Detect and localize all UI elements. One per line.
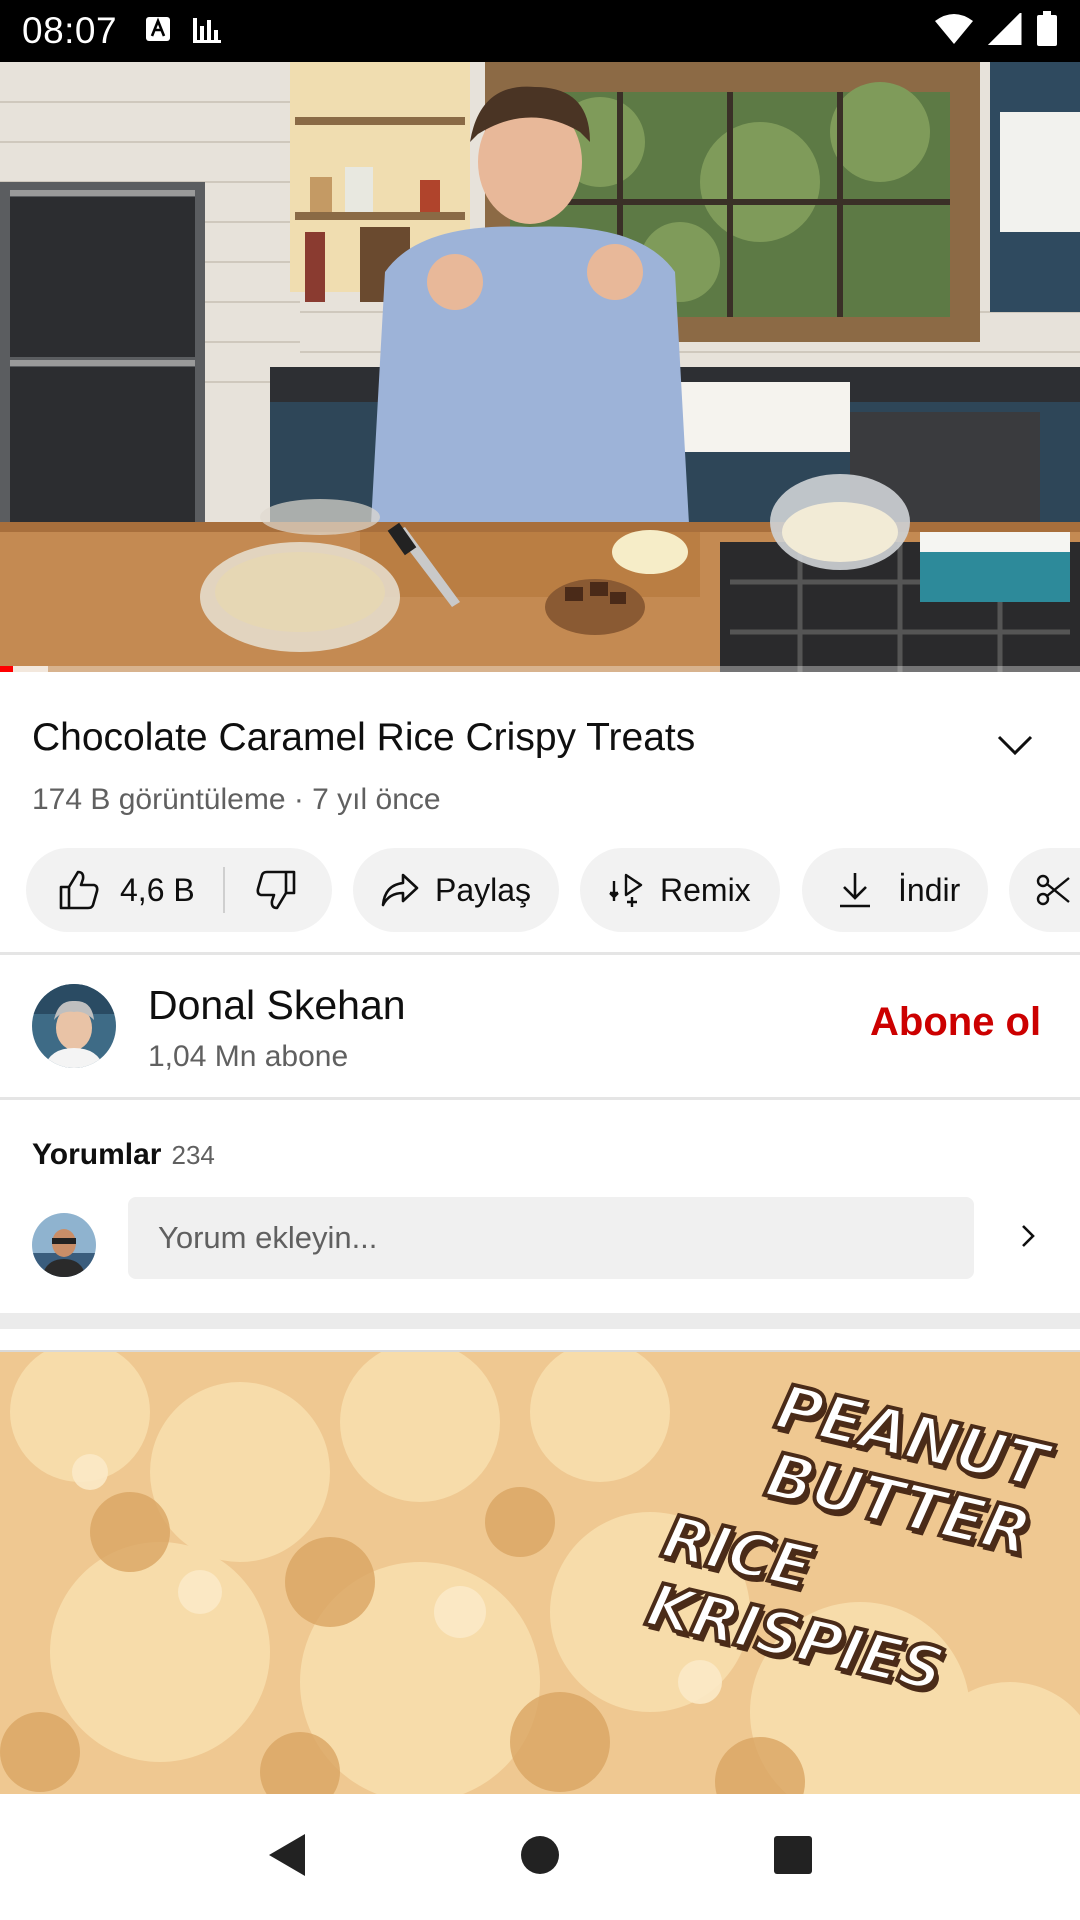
scissors-icon: [1035, 872, 1071, 908]
home-circle-icon: [520, 1835, 560, 1880]
status-bar: 08:07: [0, 0, 1080, 62]
back-triangle-icon: [267, 1832, 307, 1883]
chevron-down-icon: [997, 734, 1033, 761]
download-icon: [838, 871, 872, 909]
comments-header[interactable]: Yorumlar 234: [32, 1138, 215, 1172]
video-title-block[interactable]: Chocolate Caramel Rice Crispy Treats: [32, 712, 972, 764]
comments-count: 234: [171, 1140, 215, 1170]
status-time: 08:07: [22, 10, 118, 51]
recents-square-icon: [773, 1835, 813, 1880]
section-divider-thick: [0, 1313, 1080, 1329]
back-button[interactable]: [242, 1812, 332, 1902]
video-frame: [0, 62, 1080, 672]
clip-button[interactable]: [1009, 848, 1080, 932]
remix-label: Remix: [660, 871, 751, 908]
wifi-icon: [934, 13, 974, 50]
channel-avatar[interactable]: [32, 984, 116, 1068]
download-button[interactable]: İndir: [802, 848, 988, 932]
share-arrow-icon: [381, 873, 419, 907]
like-dislike-chip: 4,6 B: [26, 848, 332, 932]
subscriber-count: 1,04 Mn abone: [148, 1040, 349, 1073]
home-button[interactable]: [495, 1812, 585, 1902]
like-button[interactable]: 4,6 B: [26, 848, 223, 932]
video-title: Chocolate Caramel Rice Crispy Treats: [32, 716, 696, 759]
share-label: Paylaş: [435, 871, 532, 908]
channel-name[interactable]: Donal Skehan: [148, 982, 406, 1029]
progress-played: [0, 666, 13, 672]
thumbs-down-icon: [255, 869, 297, 911]
action-chips-row: 4,6 B Paylaş Remix İndir: [26, 848, 1080, 932]
like-count: 4,6 B: [120, 871, 195, 908]
section-divider: [0, 1097, 1080, 1100]
subscribe-button[interactable]: Abone ol: [870, 1000, 1041, 1045]
signal-icon: [987, 10, 1022, 50]
user-avatar: [32, 1213, 96, 1277]
section-divider: [0, 952, 1080, 955]
next-video-thumbnail[interactable]: PEANUT BUTTER RICE KRISPIES: [0, 1352, 1080, 1794]
comments-label: Yorumlar: [32, 1138, 162, 1171]
battery-icon: [1036, 10, 1058, 52]
video-progress-bar[interactable]: [0, 666, 1080, 672]
thumbs-up-icon: [58, 869, 100, 911]
video-player[interactable]: [0, 62, 1080, 672]
chevron-right-icon: [1020, 1223, 1036, 1254]
download-label: İndir: [898, 871, 961, 908]
expand-description-button[interactable]: [990, 722, 1040, 772]
remix-button[interactable]: Remix: [580, 848, 780, 932]
remix-icon: [608, 871, 646, 909]
video-meta: 174 B görüntüleme · 7 yıl önce: [32, 783, 441, 816]
keyboard-a-icon: [145, 16, 171, 47]
dislike-button[interactable]: [225, 848, 331, 932]
bar-chart-icon: [191, 14, 223, 49]
recents-button[interactable]: [748, 1812, 838, 1902]
system-nav-bar: [0, 1794, 1080, 1920]
comment-input[interactable]: [128, 1197, 974, 1279]
status-notification-icons: [145, 14, 223, 49]
open-comments-button[interactable]: [1010, 1220, 1046, 1256]
share-button[interactable]: Paylaş: [353, 848, 559, 932]
